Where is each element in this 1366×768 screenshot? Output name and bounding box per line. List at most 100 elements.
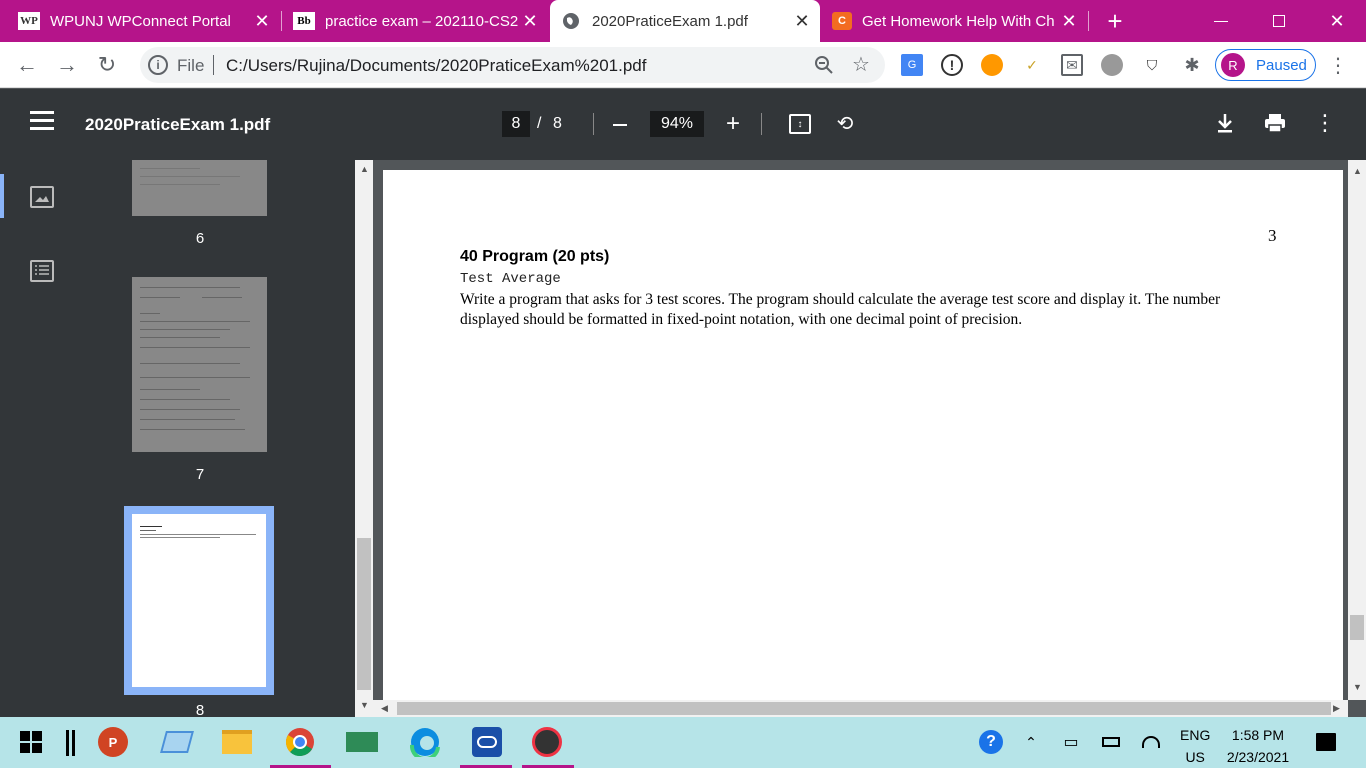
tab-wpconnect[interactable]: WP WPUNJ WPConnect Portal ✕ — [8, 0, 280, 42]
avatar: R — [1221, 53, 1245, 77]
checkmark-extension-icon[interactable]: ✓ — [1021, 54, 1043, 76]
clock[interactable]: 1:58 PM 2/23/2021 — [1222, 724, 1294, 768]
file-explorer-icon[interactable] — [220, 725, 254, 759]
print-icon[interactable] — [1262, 110, 1288, 136]
monitor-tray-icon[interactable]: ▭ — [1054, 725, 1088, 759]
tab-strip: WP WPUNJ WPConnect Portal ✕ Bb practice … — [0, 0, 1366, 42]
tab-blackboard[interactable]: Bb practice exam – 202110-CS2 ✕ — [283, 0, 548, 42]
hamburger-menu-icon[interactable] — [30, 111, 54, 133]
powerpoint-icon[interactable]: P — [96, 725, 130, 759]
thumbnail-page-7[interactable] — [132, 277, 267, 452]
pdf-toolbar: 2020PraticeExam 1.pdf 8 / 8 94% + ↕ ⟲ ⋮ — [0, 89, 1366, 160]
circle-extension-icon[interactable] — [1101, 54, 1123, 76]
time-text: 1:58 PM — [1231, 727, 1285, 743]
profile-button[interactable]: R Paused — [1215, 49, 1316, 81]
new-tab-button[interactable]: + — [1100, 6, 1130, 36]
windows-taskbar: P ? ⌃ ▭ ENG US 1:58 PM 2/23/2021 — [0, 717, 1366, 768]
zoom-icon[interactable] — [813, 54, 835, 76]
green-app-icon[interactable] — [345, 725, 379, 759]
language-indicator[interactable]: ENG US — [1180, 724, 1210, 768]
browser-toolbar: ← → ↻ i File C:/Users/Rujina/Documents/2… — [0, 42, 1366, 88]
mail-extension-icon[interactable]: ✉ — [1061, 54, 1083, 76]
viewer-horizontal-scrollbar[interactable]: ◀ ▶ — [373, 700, 1348, 717]
edge-icon[interactable] — [408, 725, 442, 759]
rotate-icon[interactable]: ⟲ — [833, 111, 857, 135]
chrome-icon[interactable] — [283, 725, 317, 759]
bookmark-star-icon[interactable]: ☆ — [852, 52, 874, 76]
close-tab-icon[interactable]: ✕ — [520, 11, 540, 32]
thumbnails-view-icon[interactable] — [30, 186, 54, 208]
download-icon[interactable] — [1212, 110, 1238, 136]
chevron-up-icon[interactable]: ⌃ — [1014, 725, 1048, 759]
tab-title: practice exam – 202110-CS2 — [325, 12, 519, 30]
windows-start-icon[interactable] — [14, 725, 48, 759]
outline-view-icon[interactable] — [30, 260, 54, 282]
page-separator: / — [537, 115, 542, 132]
url-scheme: File — [177, 56, 205, 75]
wp-logo-icon: WP — [18, 12, 40, 30]
google-translate-icon[interactable]: G — [901, 54, 923, 76]
thumbnail-page-8-selected[interactable] — [124, 506, 274, 695]
fit-to-page-icon[interactable]: ↕ — [789, 114, 811, 134]
pdf-more-menu-icon[interactable]: ⋮ — [1312, 110, 1338, 136]
more-menu-icon[interactable]: ⋮ — [1327, 54, 1349, 77]
close-tab-icon[interactable]: ✕ — [1059, 11, 1079, 32]
tab-pdf[interactable]: 2020PraticeExam 1.pdf ✕ — [550, 0, 820, 42]
back-button[interactable]: ← — [12, 50, 42, 80]
thumbnail-label: 7 — [195, 466, 205, 483]
close-tab-icon[interactable]: ✕ — [252, 11, 272, 32]
blackboard-logo-icon: Bb — [293, 12, 315, 30]
notepad-icon[interactable] — [160, 725, 194, 759]
thumbnail-sidebar: 6 7 8 — [0, 160, 355, 717]
thumbnail-label: 8 — [195, 702, 205, 717]
zoom-level-input[interactable]: 94% — [650, 111, 704, 137]
tab-chegg[interactable]: C Get Homework Help With Ch ✕ — [822, 0, 1087, 42]
language-code: ENG — [1180, 727, 1211, 743]
thumbnail-page-6[interactable] — [132, 160, 267, 216]
extensions-puzzle-icon[interactable]: ✱ — [1181, 54, 1203, 76]
thumbnail-label: 6 — [195, 230, 205, 247]
date-text: 2/23/2021 — [1226, 749, 1290, 765]
minimize-button[interactable] — [1192, 0, 1250, 42]
zoom-in-button[interactable]: + — [724, 110, 742, 137]
url-text[interactable]: C:/Users/Rujina/Documents/2020PraticeExa… — [226, 56, 646, 76]
active-indicator — [0, 174, 4, 218]
question-body: Write a program that asks for 3 test sco… — [460, 291, 1221, 328]
question-heading: 40 Program (20 pts) — [460, 248, 610, 265]
info-extension-icon[interactable]: ! — [941, 54, 963, 76]
question-subheading: Test Average — [460, 271, 561, 287]
network-icon[interactable] — [1134, 725, 1168, 759]
address-bar[interactable]: i File C:/Users/Rujina/Documents/2020Pra… — [140, 47, 885, 83]
page-number: 3 — [1268, 226, 1277, 245]
info-icon[interactable]: i — [148, 55, 168, 75]
taskbar-divider — [72, 730, 75, 756]
page-number-input[interactable]: 8 — [502, 111, 530, 137]
zoom-out-button[interactable] — [606, 111, 634, 137]
notifications-icon[interactable] — [1309, 725, 1343, 759]
speedtest-icon[interactable] — [530, 725, 564, 759]
chegg-logo-icon: C — [832, 12, 852, 30]
remote-app-icon[interactable] — [470, 725, 504, 759]
pdf-viewer: 3 40 Program (20 pts) Test Average Write… — [373, 160, 1348, 700]
viewer-vertical-scrollbar[interactable]: ▲ ▼ — [1348, 160, 1366, 700]
total-pages: 8 — [553, 115, 562, 132]
shield-icon[interactable]: ⛉ — [1141, 54, 1163, 76]
language-region: US — [1185, 749, 1205, 765]
close-tab-icon[interactable]: ✕ — [792, 11, 812, 32]
sidebar-scrollbar[interactable]: ▲ ▼ — [355, 160, 373, 717]
tab-title: Get Homework Help With Ch — [862, 12, 1055, 30]
help-tray-icon[interactable]: ? — [974, 725, 1008, 759]
reload-button[interactable]: ↻ — [92, 50, 122, 80]
honey-extension-icon[interactable] — [981, 54, 1003, 76]
forward-button[interactable]: → — [52, 50, 82, 80]
restore-button[interactable] — [1250, 0, 1308, 42]
pdf-page: 3 40 Program (20 pts) Test Average Write… — [383, 170, 1343, 700]
pdf-title: 2020PraticeExam 1.pdf — [85, 115, 271, 134]
close-window-button[interactable]: ✕ — [1308, 0, 1366, 42]
battery-icon[interactable] — [1094, 725, 1128, 759]
globe-icon — [560, 12, 582, 30]
tab-title: WPUNJ WPConnect Portal — [50, 12, 231, 30]
taskbar-divider — [66, 730, 69, 756]
profile-status: Paused — [1256, 56, 1307, 74]
tab-title: 2020PraticeExam 1.pdf — [592, 12, 748, 30]
